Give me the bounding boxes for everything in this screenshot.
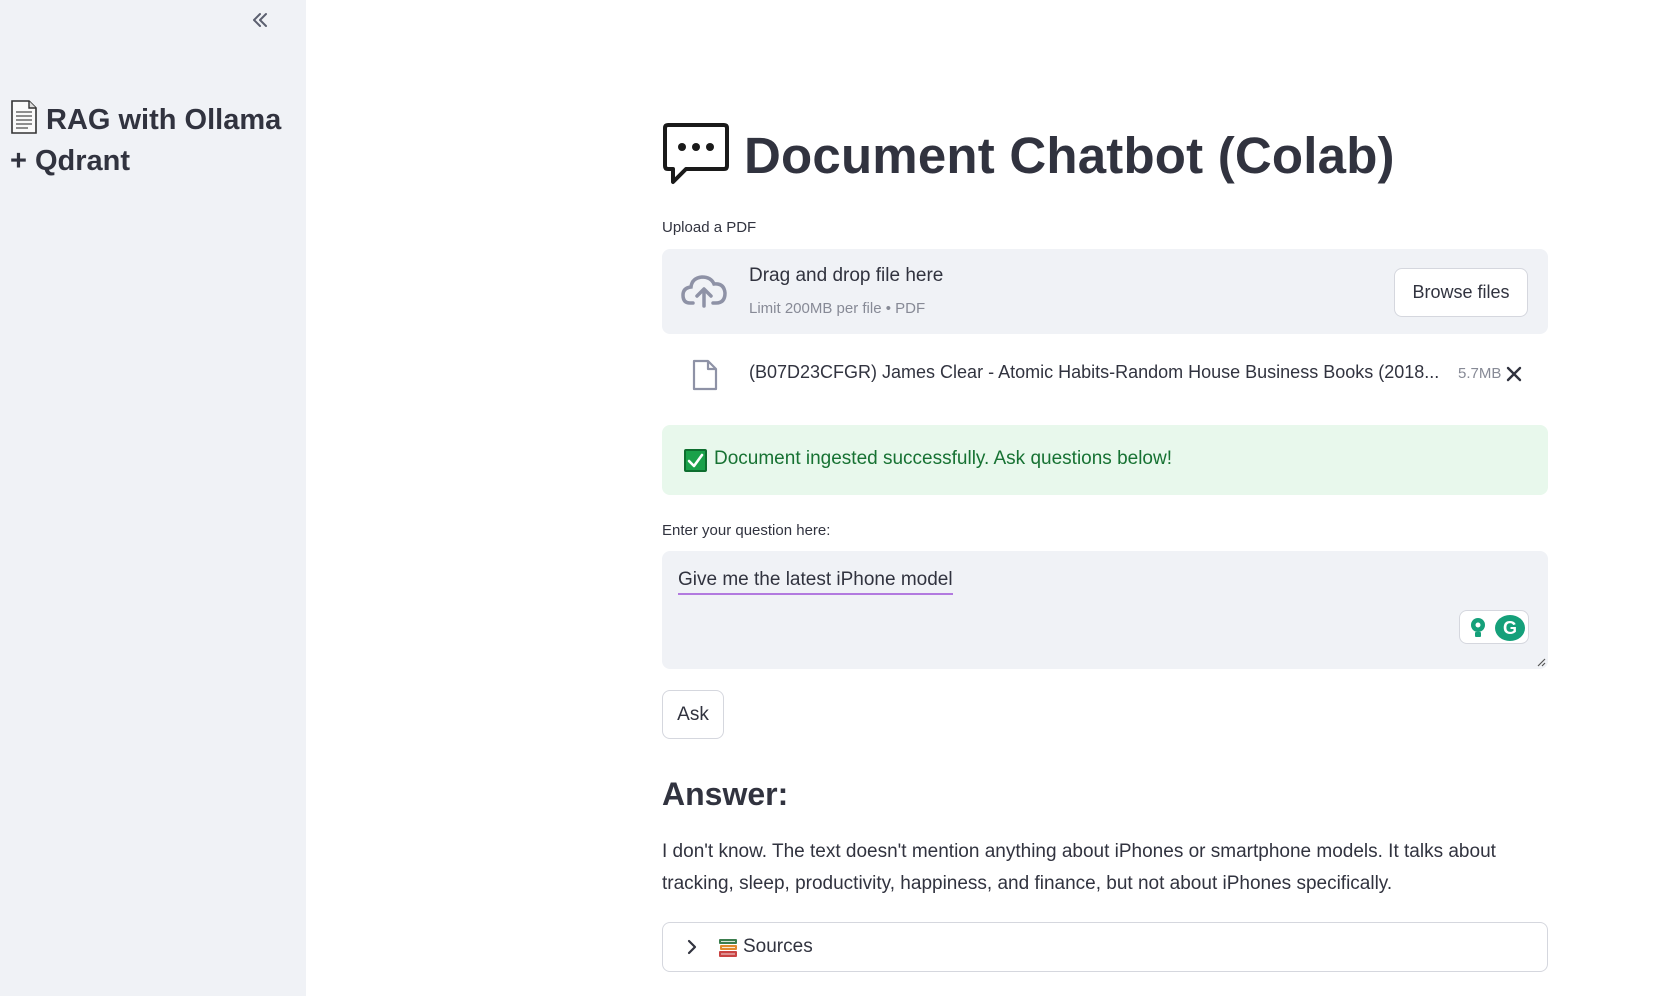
uploaded-file-size: 5.7MB: [1458, 365, 1502, 382]
success-message: Document ingested successfully. Ask ques…: [714, 448, 1172, 469]
uploaded-file-name: (B07D23CFGR) James Clear - Atomic Habits…: [749, 362, 1440, 382]
sidebar-title-text: RAG with Ollama + Qdrant: [10, 104, 282, 177]
double-chevron-left-icon: [253, 13, 267, 27]
cloud-upload-icon: [681, 275, 727, 308]
collapse-sidebar-button[interactable]: [244, 4, 276, 36]
question-label: Enter your question here:: [662, 522, 831, 539]
file-dropzone[interactable]: Drag and drop file here Limit 200MB per …: [662, 249, 1548, 334]
success-alert: Document ingested successfully. Ask ques…: [662, 425, 1548, 495]
question-textarea[interactable]: Give me the latest iPhone model G: [662, 551, 1548, 669]
books-icon: [719, 939, 737, 957]
ask-button[interactable]: Ask: [662, 690, 724, 739]
uploaded-file-row: (B07D23CFGR) James Clear - Atomic Habits…: [662, 350, 1548, 398]
file-icon: [692, 359, 718, 391]
page-icon: [10, 100, 38, 143]
grammarly-widget[interactable]: G: [1459, 610, 1529, 644]
sources-label: Sources: [743, 936, 813, 957]
browse-files-button[interactable]: Browse files: [1394, 268, 1528, 317]
resize-handle-icon[interactable]: [1536, 657, 1546, 667]
drop-instruction: Drag and drop file here: [749, 265, 944, 286]
page-title-text: Document Chatbot (Colab): [744, 126, 1395, 184]
page-title: Document Chatbot (Colab): [662, 122, 1395, 188]
grammarly-icon: G: [1495, 615, 1525, 641]
remove-file-icon[interactable]: [1502, 362, 1526, 386]
answer-text: I don't know. The text doesn't mention a…: [662, 841, 1496, 894]
sources-expander[interactable]: Sources: [662, 922, 1548, 972]
check-box-icon: [684, 449, 707, 472]
answer-heading: Answer:: [662, 776, 789, 812]
lightbulb-icon: [1471, 618, 1485, 637]
speech-bubble-icon: [663, 123, 729, 184]
sidebar: RAG with Ollama + Qdrant: [0, 0, 306, 996]
upload-label: Upload a PDF: [662, 219, 757, 236]
chevron-right-icon: [687, 939, 697, 955]
question-value: Give me the latest iPhone model: [678, 569, 953, 595]
upload-limit-text: Limit 200MB per file • PDF: [749, 300, 926, 317]
sidebar-title: RAG with Ollama + Qdrant: [10, 100, 290, 179]
